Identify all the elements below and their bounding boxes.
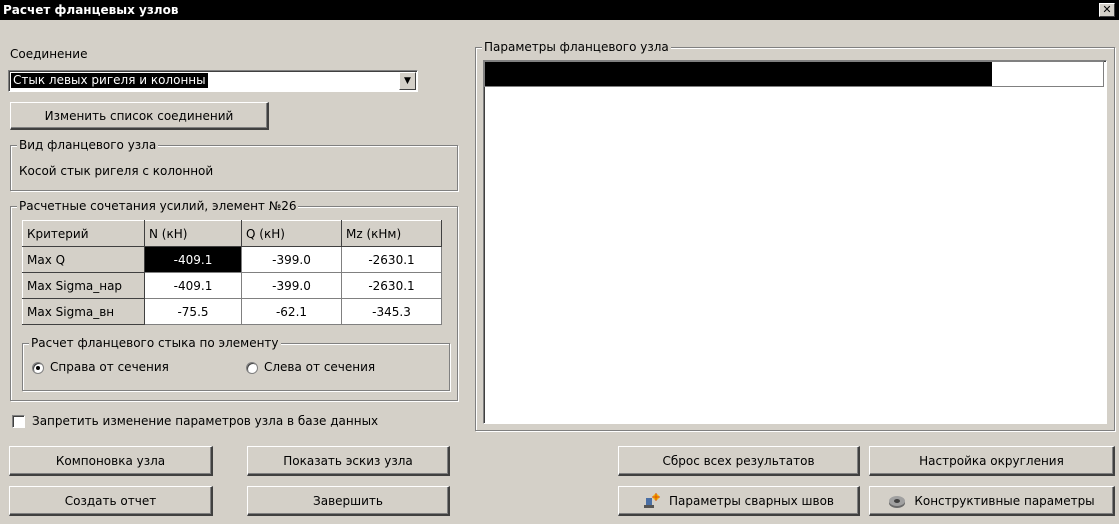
table-row[interactable]: Max Sigma_вн -75.5 -62.1 -345.3 <box>22 298 442 325</box>
table-cell[interactable]: -62.1 <box>241 298 342 325</box>
column-header: Q (кН) <box>241 220 342 247</box>
combinations-table: Критерий N (кН) Q (кН) Mz (кНм) Max Q -4… <box>22 220 442 325</box>
layout-button[interactable]: Компоновка узла <box>9 446 213 476</box>
connection-label: Соединение <box>10 47 88 61</box>
combinations-group-title: Расчетные сочетания усилий, элемент №26 <box>17 199 299 213</box>
connection-combobox[interactable]: Стык левых ригеля и колонны ▼ <box>8 70 418 92</box>
node-type-group: Вид фланцевого узла Косой стык ригеля с … <box>10 138 458 191</box>
table-cell[interactable]: -399.0 <box>241 246 342 273</box>
params-group-title: Параметры фланцевого узла <box>482 40 671 54</box>
change-connections-button[interactable]: Изменить список соединений <box>10 102 269 130</box>
title-bar: Расчет фланцевых узлов ✕ <box>0 0 1119 20</box>
radio-dot <box>36 366 40 370</box>
weld-params-button[interactable]: Параметры сварных швов <box>618 486 860 516</box>
table-cell[interactable]: -75.5 <box>144 298 242 325</box>
design-params-label: Конструктивные параметры <box>914 493 1095 508</box>
progress-fill <box>485 62 992 86</box>
design-params-button[interactable]: Конструктивные параметры <box>869 486 1115 516</box>
lock-params-label[interactable]: Запретить изменение параметров узла в ба… <box>32 414 378 428</box>
show-sketch-button[interactable]: Показать эскиз узла <box>247 446 450 476</box>
chevron-down-icon[interactable]: ▼ <box>399 72 416 90</box>
radio-right[interactable] <box>32 362 44 374</box>
column-header: Критерий <box>22 220 145 247</box>
table-cell[interactable]: -2630.1 <box>341 272 442 299</box>
table-cell[interactable]: -399.0 <box>241 272 342 299</box>
row-header: Max Sigma_вн <box>22 298 145 325</box>
lock-params-checkbox[interactable] <box>12 415 25 428</box>
weld-params-icon <box>643 492 661 509</box>
node-type-value: Косой стык ригеля с колонной <box>19 164 214 178</box>
close-icon: ✕ <box>1102 3 1112 16</box>
flange-calc-group-title: Расчет фланцевого стыка по элементу <box>29 336 281 350</box>
radio-right-label[interactable]: Справа от сечения <box>50 360 169 374</box>
design-params-icon <box>888 493 906 509</box>
table-row[interactable]: Max Sigma_нар -409.1 -399.0 -2630.1 <box>22 272 442 299</box>
close-button[interactable]: ✕ <box>1099 3 1115 17</box>
table-cell[interactable]: -409.1 <box>144 246 242 273</box>
column-header: Mz (кНм) <box>341 220 442 247</box>
rounding-settings-button[interactable]: Настройка округления <box>869 446 1115 476</box>
row-header: Max Sigma_нар <box>22 272 145 299</box>
create-report-button[interactable]: Создать отчет <box>9 486 213 516</box>
node-type-group-title: Вид фланцевого узла <box>17 138 159 152</box>
radio-left-label[interactable]: Слева от сечения <box>264 360 375 374</box>
weld-params-label: Параметры сварных швов <box>668 493 835 508</box>
row-header: Max Q <box>22 246 145 273</box>
params-panel[interactable] <box>483 60 1107 424</box>
window-title: Расчет фланцевых узлов <box>3 3 179 17</box>
table-cell[interactable]: -2630.1 <box>341 246 442 273</box>
table-row[interactable]: Max Q -409.1 -399.0 -2630.1 <box>22 246 442 273</box>
table-header-row: Критерий N (кН) Q (кН) Mz (кНм) <box>22 220 442 247</box>
radio-left[interactable] <box>246 362 258 374</box>
reset-results-button[interactable]: Сброс всех результатов <box>618 446 860 476</box>
connection-selected: Стык левых ригеля и колонны <box>11 73 208 88</box>
finish-button[interactable]: Завершить <box>247 486 450 516</box>
table-cell[interactable]: -345.3 <box>341 298 442 325</box>
progress-bar <box>484 61 1104 87</box>
column-header: N (кН) <box>144 220 242 247</box>
table-cell[interactable]: -409.1 <box>144 272 242 299</box>
